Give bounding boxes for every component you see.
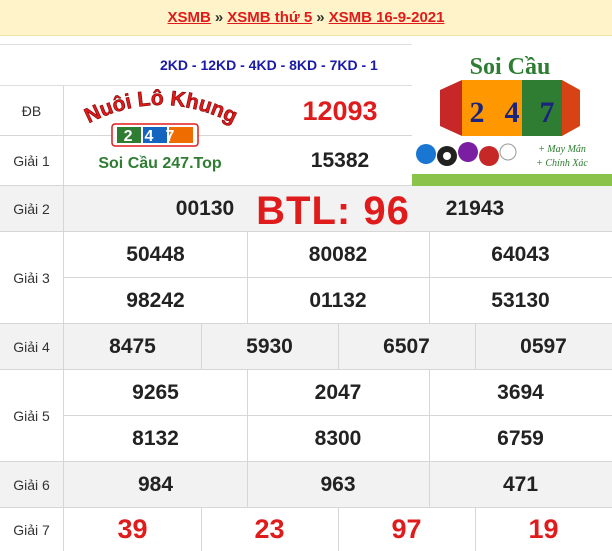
billiard-ball-icon: [479, 146, 499, 166]
prize-value-g2-1: 00130: [175, 197, 235, 220]
prize-label-db: ĐB: [0, 86, 64, 135]
prize-value-g3-1: 50448: [126, 242, 185, 266]
prize-value-g7-2: 23: [254, 514, 285, 544]
logo-left-badge-number: 247: [124, 128, 187, 145]
logo-right-title: Soi Cầu: [470, 54, 551, 80]
logo-right-slogan-2: + Chính Xác: [536, 158, 588, 169]
prize-value-g3-6: 53130: [491, 288, 550, 312]
breadcrumb-separator: »: [316, 9, 325, 26]
prize-label-g5: Giải 5: [0, 370, 64, 461]
prize-value-g3-2: 80082: [308, 242, 368, 266]
prize-row-g5: Giải 5 9265 2047 3694 8132 8300 6759: [0, 370, 612, 462]
special-codes-text: 2KD - 12KD - 4KD - 8KD - 7KD - 1: [160, 57, 378, 73]
breadcrumb-separator: »: [214, 9, 224, 26]
prize-value-g7-3: 97: [391, 514, 422, 544]
btl-overlay: BTL: 96: [256, 188, 410, 233]
prize-value-g5-6: 6759: [497, 426, 544, 450]
logo-right-digit-1: 2: [470, 96, 485, 129]
prize-value-g5-2: 2047: [314, 380, 362, 404]
prize-value-g4-1: 8475: [109, 335, 156, 358]
breadcrumb-link-xsmb[interactable]: XSMB: [168, 9, 211, 26]
breadcrumb-link-xsmb-thu5[interactable]: XSMB thứ 5: [227, 9, 312, 26]
prize-value-g5-1: 9265: [132, 380, 179, 404]
billiard-ball-icon: [458, 142, 478, 162]
prize-label-g6: Giải 6: [0, 462, 64, 507]
soi-cau-247-logo: Soi Cầu 2 4 7 + May Mắn + Chính Xác: [412, 44, 612, 186]
nuoi-lo-khung-logo: Nuôi Lô Khung 247 Soi Cầu 247.Top: [81, 87, 241, 172]
prize-row-g6: Giải 6 984 963 471: [0, 462, 612, 508]
prize-label-g1: Giải 1: [0, 136, 64, 185]
prize-value-g5-4: 8132: [132, 426, 179, 450]
logo-right-grass: [412, 174, 612, 186]
prize-value-g3-5: 01132: [309, 288, 367, 312]
prize-value-g4-3: 6507: [383, 335, 430, 358]
prize-label-g7: Giải 7: [0, 508, 64, 551]
prize-value-g5-5: 8300: [314, 426, 362, 450]
logo-left-subtitle: Soi Cầu 247.Top: [98, 155, 222, 172]
prize-label-g3: Giải 3: [0, 232, 64, 323]
prize-value-g4-4: 0597: [520, 335, 567, 358]
prize-value-g1: 15382: [310, 149, 370, 172]
prize-value-g3-3: 64043: [491, 242, 550, 266]
prize-row-g3: Giải 3 50448 80082 64043 98242 01132 531…: [0, 232, 612, 324]
logo-right-slogan-1: + May Mắn: [538, 144, 586, 155]
prize-row-g4: Giải 4 8475 5930 6507 0597: [0, 324, 612, 370]
logo-left-arc-text: Nuôi Lô Khung: [81, 87, 241, 128]
logo-right-digit-3: 7: [540, 96, 555, 129]
prize-value-g7-4: 19: [528, 514, 559, 544]
prize-label-g2: Giải 2: [0, 186, 64, 231]
prize-value-g2-2: 21943: [445, 197, 505, 220]
logo-right-panel: [440, 80, 462, 136]
prize-value-g4-2: 5930: [246, 335, 293, 358]
prize-row-g7: Giải 7 39 23 97 19: [0, 508, 612, 551]
breadcrumb: XSMB » XSMB thứ 5 » XSMB 16-9-2021: [0, 0, 612, 36]
billiard-ball-icon: [443, 152, 451, 160]
prize-value-g5-3: 3694: [497, 380, 544, 404]
prize-value-g3-4: 98242: [126, 288, 185, 312]
prize-label-g4: Giải 4: [0, 324, 64, 369]
prize-value-g6-3: 471: [502, 473, 539, 496]
prize-value-g7-1: 39: [117, 514, 148, 544]
billiard-ball-icon: [416, 144, 436, 164]
billiard-ball-icon: [499, 143, 517, 161]
logo-right-digit-2: 4: [505, 96, 520, 129]
breadcrumb-link-xsmb-date[interactable]: XSMB 16-9-2021: [329, 9, 445, 26]
prize-value-db: 12093: [302, 95, 378, 126]
prize-value-g6-1: 984: [137, 473, 174, 496]
prize-value-g6-2: 963: [320, 473, 356, 496]
logo-right-panel: [562, 80, 580, 136]
